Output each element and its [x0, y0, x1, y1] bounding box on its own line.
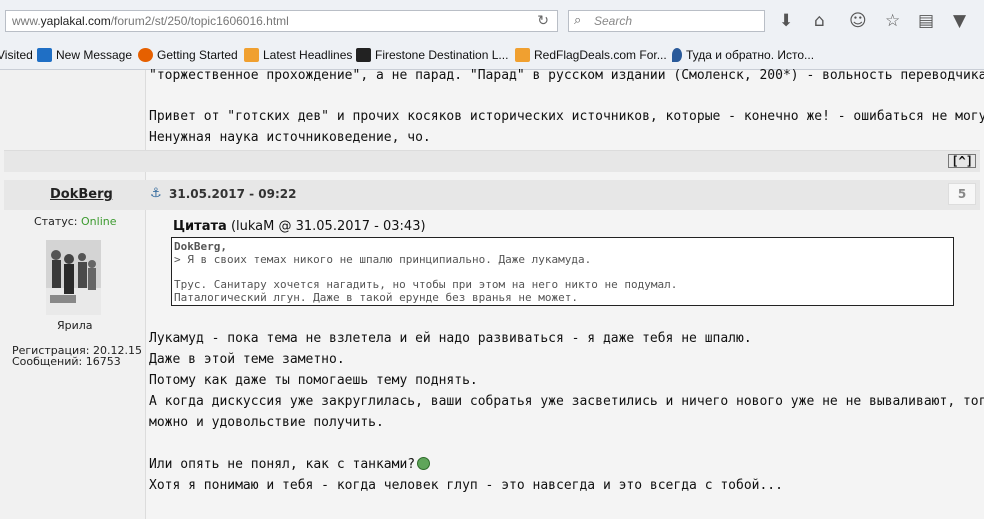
post-body-line: Лукамуд - пока тема не взлетела и ей над… — [149, 331, 752, 346]
messages-label: Сообщений: — [12, 355, 83, 368]
bookmark-tuda-i-obratno[interactable]: Туда и обратно. Исто... — [672, 48, 814, 62]
search-placeholder[interactable]: Search — [594, 14, 632, 28]
star-icon[interactable]: ☆ — [885, 12, 900, 30]
pocket-icon[interactable]: ▼ — [953, 12, 966, 30]
bookmarks-bar: Visited New Message Getting Started Late… — [0, 42, 984, 70]
quote-line: Паталогический лгун. Даже в такой ерунде… — [174, 291, 578, 304]
map-pin-icon — [672, 48, 682, 62]
quote-box: DokBerg, > Я в своих темах никого не шпа… — [171, 237, 954, 306]
post-body-line: Потому как даже ты помогаешь тему поднят… — [149, 373, 478, 388]
bookmark-redflagdeals[interactable]: RedFlagDeals.com For... — [515, 48, 667, 62]
forum-page: "торжественное прохождение", а не парад.… — [0, 68, 984, 519]
post-body-line: А когда дискуссия уже закруглилась, ваши… — [149, 394, 984, 409]
rss-icon — [244, 48, 259, 62]
post-body-line: Даже в этой теме заметно. — [149, 352, 345, 367]
rss-icon — [515, 48, 530, 62]
reload-icon[interactable]: ↻ — [537, 13, 549, 29]
bookmark-new-message[interactable]: New Message — [37, 48, 132, 62]
messages-line: Сообщений: 16753 — [12, 355, 121, 368]
prev-post-line: Привет от "готских дев" и прочих косяков… — [149, 109, 984, 124]
post-number[interactable]: 5 — [948, 183, 976, 205]
tank-smiley-icon — [417, 457, 431, 470]
post-body-line-with-smiley: Или опять не понял, как с танками? — [149, 457, 431, 472]
post-body-line: Хотя я понимаю и тебя - когда человек гл… — [149, 478, 783, 493]
quote-meta: (lukaM @ 31.05.2017 - 03:43) — [230, 219, 426, 234]
download-icon[interactable]: ⬇ — [779, 12, 793, 30]
outlook-icon — [37, 48, 52, 62]
post-body-line: можно и удовольствие получить. — [149, 415, 384, 430]
post-footer-row: [^] — [4, 151, 980, 172]
post-date: 31.05.2017 - 09:22 — [169, 187, 297, 201]
url-bar[interactable]: www.yaplakal.com/forum2/st/250/topic1606… — [5, 10, 558, 32]
bookmark-getting-started[interactable]: Getting Started — [138, 48, 238, 62]
messages-value: 16753 — [85, 355, 121, 368]
prev-post-line: Ненужная наука источниковедение, чо. — [149, 130, 431, 145]
post-body-line: Или опять не понял, как с танками? — [149, 457, 416, 472]
post-header: DokBerg ⚓ 31.05.2017 - 09:22 5 — [4, 180, 980, 210]
scroll-to-top-link[interactable]: [^] — [948, 154, 976, 168]
prev-post-line: "торжественное прохождение", а не парад.… — [149, 68, 984, 83]
anchor-icon[interactable]: ⚓ — [150, 186, 162, 201]
status-value: Online — [81, 215, 117, 228]
search-icon: ⌕ — [574, 13, 582, 28]
url-text[interactable]: www.yaplakal.com/forum2/st/250/topic1606… — [12, 14, 289, 28]
smiley-icon[interactable]: ☺ — [849, 12, 867, 30]
status-line: Статус: Online — [34, 215, 117, 228]
status-label: Статус: — [34, 215, 78, 228]
avatar[interactable] — [46, 240, 101, 315]
quote-header: Цитата (lukaM @ 31.05.2017 - 03:43) — [173, 219, 426, 234]
firestone-icon — [356, 48, 371, 62]
author-link[interactable]: DokBerg — [50, 187, 113, 202]
quote-label: Цитата — [173, 219, 227, 234]
reader-icon[interactable]: ▤ — [918, 12, 934, 30]
home-icon[interactable]: ⌂ — [814, 12, 825, 30]
search-box[interactable]: ⌕ Search — [568, 10, 765, 32]
quote-line: > Я в своих темах никого не шпалю принци… — [174, 253, 592, 266]
bookmark-firestone[interactable]: Firestone Destination L... — [356, 48, 508, 62]
user-title: Ярила — [57, 319, 93, 332]
bookmark-latest-headlines[interactable]: Latest Headlines — [244, 48, 352, 62]
navigation-toolbar: www.yaplakal.com/forum2/st/250/topic1606… — [0, 0, 984, 42]
quote-line: DokBerg, — [174, 240, 227, 253]
firefox-icon — [138, 48, 153, 62]
quote-line: Трус. Санитару хочется нагадить, но чтоб… — [174, 278, 678, 291]
bookmark-visited[interactable]: Visited — [0, 48, 33, 62]
